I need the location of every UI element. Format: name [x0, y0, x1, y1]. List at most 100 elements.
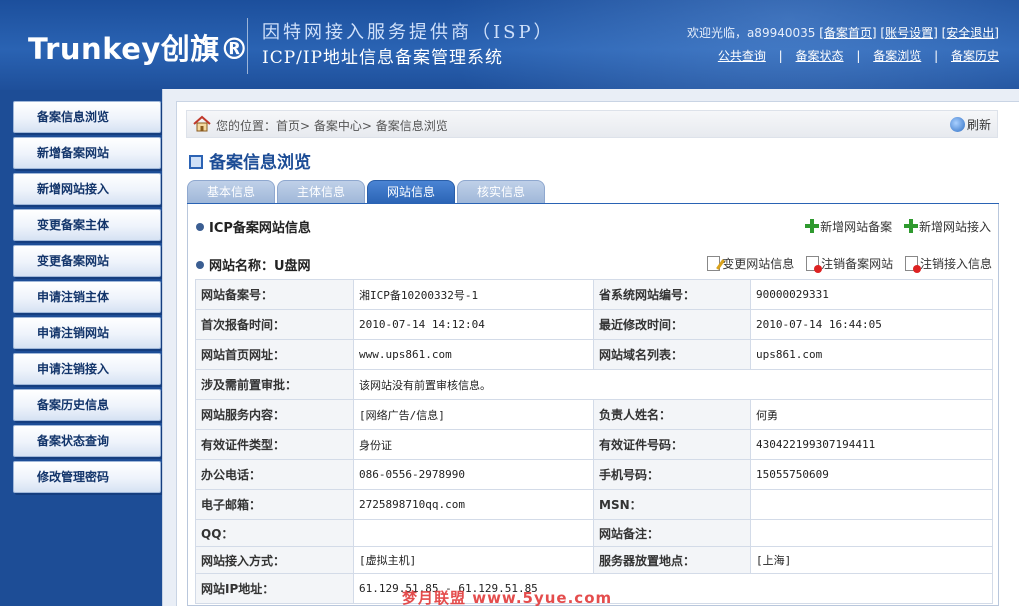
section1-actions: 新增网站备案 新增网站接入	[797, 218, 991, 235]
tab-entity-info[interactable]: 主体信息	[277, 180, 365, 204]
field-value: 2010-07-14 14:12:04	[353, 309, 594, 340]
sidebar-item-change-website[interactable]: 变更备案网站	[13, 245, 161, 277]
sidebar-item-record-history[interactable]: 备案历史信息	[13, 389, 161, 421]
field-value: 2010-07-14 16:44:05	[750, 309, 993, 340]
field-label: 有效证件类型：	[195, 429, 354, 460]
header-subtitle-system: ICP/IP地址信息备案管理系统	[262, 48, 504, 68]
logo: Trunkey创旗®	[28, 32, 250, 66]
sidebar-item-cancel-access[interactable]: 申请注销接入	[13, 353, 161, 385]
cancel-access-info-button[interactable]: 注销接入信息	[904, 256, 992, 273]
field-value: 湘ICP备10200332号-1	[353, 279, 594, 310]
field-value: 该网站没有前置审核信息。	[353, 369, 993, 400]
home-icon	[193, 115, 211, 132]
field-label: 省系统网站编号：	[593, 279, 751, 310]
field-label: 网站备案号：	[195, 279, 354, 310]
bullet-icon	[196, 223, 204, 231]
header-subtitle-isp: 因特网接入服务提供商（ISP）	[262, 22, 555, 43]
nav-separator: |	[856, 49, 861, 63]
user-bar: 欢迎光临，a89940035 [备案首页] [账号设置] [安全退出]	[687, 24, 999, 41]
field-value	[353, 519, 594, 547]
table-row: 网站首页网址： www.ups861.com 网站域名列表： ups861.co…	[195, 339, 993, 370]
section-icp-website-title: ICP备案网站信息	[209, 221, 311, 236]
page-title: 备案信息浏览	[209, 153, 311, 173]
sidebar-item-cancel-entity[interactable]: 申请注销主体	[13, 281, 161, 313]
refresh-label: 刷新	[966, 118, 991, 132]
tab-verify-info[interactable]: 核实信息	[457, 180, 545, 204]
add-website-access-label: 新增网站接入	[918, 220, 991, 234]
field-value: 何勇	[750, 399, 993, 430]
field-label: 手机号码：	[593, 459, 751, 490]
section-website-name-title: 网站名称：U盘网	[209, 259, 311, 274]
sidebar-item-add-access[interactable]: 新增网站接入	[13, 173, 161, 205]
header-swirl-decoration	[439, 0, 1019, 90]
change-website-info-label: 变更网站信息	[722, 257, 795, 271]
link-account-settings[interactable]: [账号设置]	[880, 26, 937, 40]
field-label: 网站服务内容：	[195, 399, 354, 430]
field-label: 服务器放置地点：	[593, 546, 751, 574]
plus-icon	[805, 219, 820, 233]
breadcrumb: 您的位置：首页> 备案中心> 备案信息浏览 刷新	[186, 110, 998, 138]
cancel-access-info-label: 注销接入信息	[919, 257, 992, 271]
tab-website-info[interactable]: 网站信息	[367, 180, 455, 204]
field-value	[750, 519, 993, 547]
field-label: QQ：	[195, 519, 354, 547]
field-label: 网站首页网址：	[195, 339, 354, 370]
table-row: 首次报备时间： 2010-07-14 14:12:04 最近修改时间： 2010…	[195, 309, 993, 340]
sidebar-item-status-query[interactable]: 备案状态查询	[13, 425, 161, 457]
table-row: QQ： 网站备注：	[195, 519, 993, 547]
table-row: 办公电话： 086-0556-2978990 手机号码： 15055750609	[195, 459, 993, 490]
edit-document-icon	[707, 256, 726, 271]
sidebar-item-browse-records[interactable]: 备案信息浏览	[13, 101, 161, 133]
page-title-wrap: 备案信息浏览	[189, 148, 311, 173]
field-label: 最近修改时间：	[593, 309, 751, 340]
sub-nav: 公共查询 | 备案状态 | 备案浏览 | 备案历史	[718, 47, 999, 64]
cancel-website-record-button[interactable]: 注销备案网站	[806, 256, 894, 273]
field-label: 办公电话：	[195, 459, 354, 490]
welcome-text: 欢迎光临，a89940035	[686, 26, 816, 40]
refresh-icon	[949, 117, 965, 132]
field-value: 430422199307194411	[750, 429, 993, 460]
cancel-website-record-label: 注销备案网站	[821, 257, 894, 271]
field-value: 2725898710qq.com	[353, 489, 594, 520]
sidebar-item-add-website[interactable]: 新增备案网站	[13, 137, 161, 169]
header-banner: Trunkey创旗® 因特网接入服务提供商（ISP） ICP/IP地址信息备案管…	[0, 0, 1019, 90]
field-value: 身份证	[353, 429, 594, 460]
field-value: 086-0556-2978990	[353, 459, 594, 490]
sidebar-item-change-entity[interactable]: 变更备案主体	[13, 209, 161, 241]
field-label: MSN：	[593, 489, 751, 520]
delete-document-icon	[806, 256, 823, 273]
field-label: 网站域名列表：	[593, 339, 751, 370]
table-row: 网站备案号： 湘ICP备10200332号-1 省系统网站编号： 9000002…	[195, 279, 993, 310]
link-logout[interactable]: [安全退出]	[942, 26, 999, 40]
table-row: 网站接入方式： [虚拟主机] 服务器放置地点： [上海]	[195, 546, 993, 574]
table-row: 网站服务内容： [网络广告/信息] 负责人姓名： 何勇	[195, 399, 993, 430]
field-label: 负责人姓名：	[593, 399, 751, 430]
add-website-access-button[interactable]: 新增网站接入	[903, 219, 991, 234]
field-label: 有效证件号码：	[593, 429, 751, 460]
refresh-button[interactable]: 刷新	[949, 116, 991, 133]
breadcrumb-text: 您的位置：首页> 备案中心> 备案信息浏览	[216, 119, 448, 133]
change-website-info-button[interactable]: 变更网站信息	[707, 256, 795, 271]
field-value: www.ups861.com	[353, 339, 594, 370]
table-row: 涉及需前置审批： 该网站没有前置审核信息。	[195, 369, 993, 400]
add-website-record-button[interactable]: 新增网站备案	[805, 219, 893, 234]
sidebar: 备案信息浏览 新增备案网站 新增网站接入 变更备案主体 变更备案网站 申请注销主…	[13, 101, 161, 497]
link-record-home[interactable]: [备案首页]	[819, 26, 876, 40]
nav-record-status[interactable]: 备案状态	[796, 49, 844, 63]
nav-separator: |	[778, 49, 783, 63]
plus-icon	[903, 219, 918, 233]
field-value: [上海]	[750, 546, 993, 574]
tab-basic-info[interactable]: 基本信息	[187, 180, 275, 204]
add-website-record-label: 新增网站备案	[820, 220, 893, 234]
nav-record-browse[interactable]: 备案浏览	[873, 49, 921, 63]
nav-public-query[interactable]: 公共查询	[718, 49, 766, 63]
field-value: [网络广告/信息]	[353, 399, 594, 430]
table-row: 有效证件类型： 身份证 有效证件号码： 430422199307194411	[195, 429, 993, 460]
field-label: 电子邮箱：	[195, 489, 354, 520]
sidebar-item-cancel-website[interactable]: 申请注销网站	[13, 317, 161, 349]
sidebar-item-change-password[interactable]: 修改管理密码	[13, 461, 161, 493]
nav-record-history[interactable]: 备案历史	[951, 49, 999, 63]
field-value: ups861.com	[750, 339, 993, 370]
logo-divider	[247, 18, 248, 74]
title-square-icon	[189, 155, 203, 169]
